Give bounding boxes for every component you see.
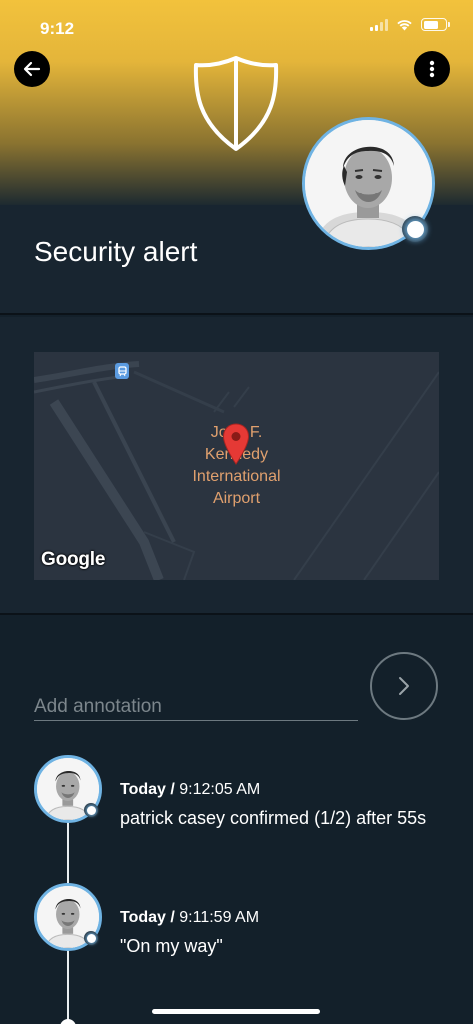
cellular-signal-icon (370, 18, 388, 31)
timeline-timestamp: Today / 9:12:05 AM (120, 781, 261, 798)
more-vertical-icon (429, 60, 435, 78)
status-time: 9:12 (40, 19, 75, 38)
map-pin-icon (222, 423, 250, 465)
status-bar: 9:12 (0, 0, 473, 50)
online-status-indicator (84, 931, 98, 945)
back-button[interactable] (14, 51, 50, 87)
battery-icon (421, 18, 450, 31)
online-status-indicator (402, 216, 428, 242)
location-map[interactable]: John F. Kennedy International Airport Go… (34, 352, 439, 580)
home-indicator[interactable] (152, 1009, 320, 1014)
timeline-end-marker (60, 1019, 76, 1024)
map-section: John F. Kennedy International Airport Go… (0, 317, 473, 615)
timeline-message: patrick casey confirmed (1/2) after 55s (120, 808, 427, 828)
annotation-section: Today / 9:12:05 AM patrick casey confirm… (0, 617, 473, 1024)
wifi-icon (397, 20, 412, 31)
more-options-button[interactable] (414, 51, 450, 87)
shield-icon (193, 56, 279, 151)
annotation-input[interactable] (34, 693, 358, 721)
chevron-right-icon (399, 677, 409, 695)
online-status-indicator (84, 803, 98, 817)
timeline-timestamp: Today / 9:11:59 AM (120, 909, 260, 926)
timeline-message: "On my way" (120, 936, 223, 956)
page-title: Security alert (34, 236, 198, 267)
arrow-left-icon (23, 61, 41, 77)
google-logo: Google (41, 549, 106, 570)
train-icon (115, 363, 129, 379)
status-icons (370, 18, 450, 31)
send-annotation-button[interactable] (370, 652, 438, 720)
